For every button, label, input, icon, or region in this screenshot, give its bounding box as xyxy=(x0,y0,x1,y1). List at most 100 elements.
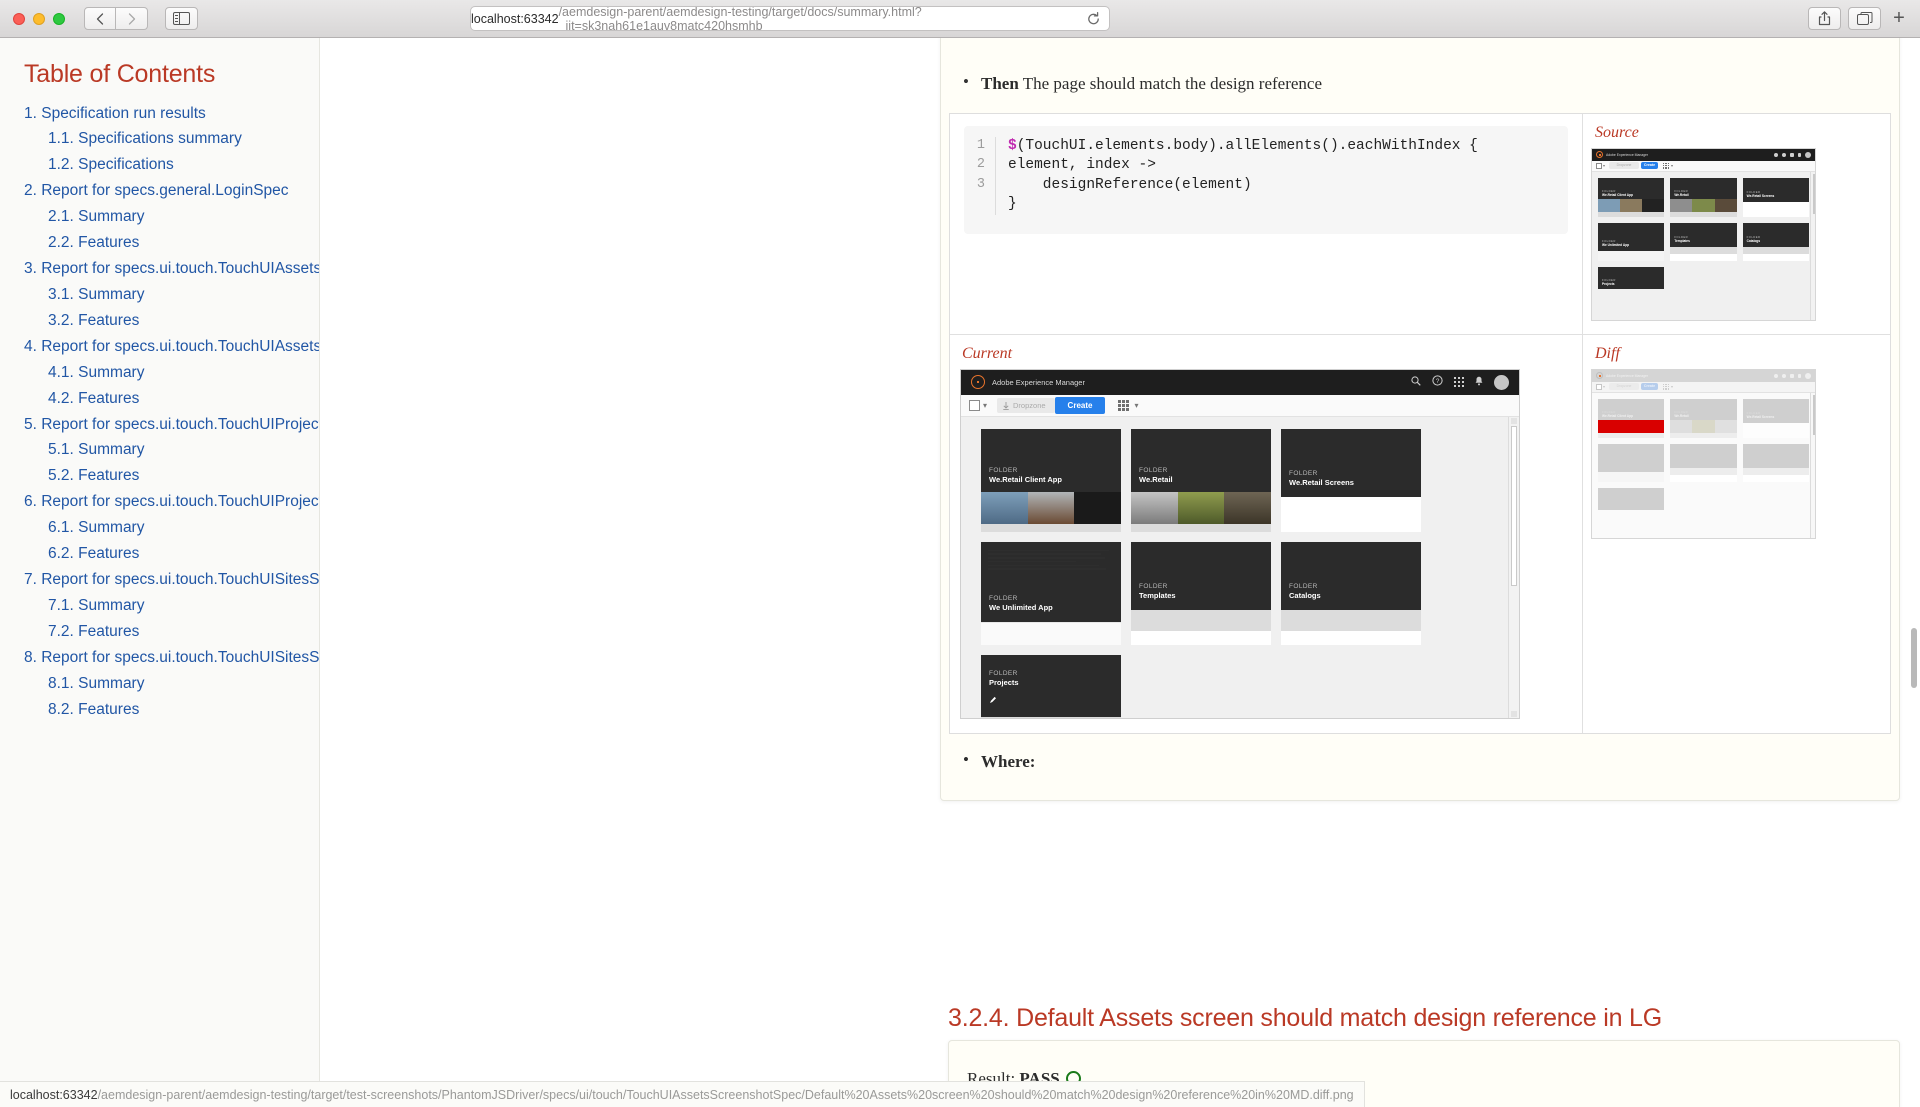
toc-link-2-1[interactable]: 2.1. Summary xyxy=(24,205,319,231)
minimize-window-button[interactable] xyxy=(33,12,45,25)
folder-card[interactable]: FOLDER Projects xyxy=(1598,266,1665,289)
folder-card[interactable]: FOLDER We.Retail Screens xyxy=(1742,398,1809,438)
folder-card[interactable]: FOLDER We.Retail xyxy=(1670,177,1737,217)
avatar[interactable] xyxy=(1805,151,1811,158)
close-window-button[interactable] xyxy=(13,12,25,25)
toc-link-5-1[interactable]: 5.1. Summary xyxy=(24,438,319,464)
folder-name: We.Retail xyxy=(1139,474,1173,484)
folder-card[interactable]: FOLDER We Unlimited App xyxy=(1598,222,1665,261)
tab-overview-icon[interactable] xyxy=(1848,7,1881,30)
list-item: 6.2. Features xyxy=(24,542,319,568)
source-screenshot[interactable]: Adobe Experience Manager ▾ Dropzone Crea… xyxy=(1591,147,1816,321)
url-host: localhost:63342 xyxy=(471,11,559,26)
folder-card[interactable]: FOLDER We.Retail Screens xyxy=(1281,428,1421,532)
folder-card[interactable]: FOLDER We.Retail Client App xyxy=(1598,398,1665,438)
scrollbar[interactable] xyxy=(1508,416,1519,718)
avatar[interactable] xyxy=(1805,372,1811,379)
search-icon[interactable] xyxy=(1411,373,1421,391)
toc-link-3-2[interactable]: 3.2. Features xyxy=(24,308,319,334)
folder-card[interactable]: FOLDER Templates xyxy=(1670,222,1737,261)
new-tab-icon[interactable]: + xyxy=(1888,7,1910,30)
toc-link-2-2[interactable]: 2.2. Features xyxy=(24,231,319,257)
back-button[interactable] xyxy=(84,7,116,30)
folder-card[interactable]: FOLDER We.Retail xyxy=(1131,428,1271,532)
folder-card[interactable] xyxy=(1598,443,1665,482)
toc-link-1-2[interactable]: 1.2. Specifications xyxy=(24,153,319,179)
folder-card[interactable]: FOLDER We.Retail Client App xyxy=(1598,177,1665,217)
search-icon[interactable] xyxy=(1774,152,1778,157)
scrollbar[interactable] xyxy=(1810,392,1815,538)
folder-card[interactable] xyxy=(1742,443,1809,482)
toc-link-6-1[interactable]: 6.1. Summary xyxy=(24,516,319,542)
toc-link-7[interactable]: 7. Report for specs.ui.touch.TouchUISite… xyxy=(24,568,319,594)
toc-link-4[interactable]: 4. Report for specs.ui.touch.TouchUIAsse… xyxy=(24,334,319,360)
sidebar-toggle-icon[interactable] xyxy=(165,7,198,30)
help-icon[interactable]: ? xyxy=(1432,373,1443,391)
folder-card[interactable]: FOLDER We.Retail Client App xyxy=(981,428,1121,532)
rail-toggle-icon[interactable] xyxy=(1596,162,1602,169)
toc-link-8-1[interactable]: 8.1. Summary xyxy=(24,671,319,697)
folder-card[interactable]: FOLDER We.Retail xyxy=(1670,398,1737,438)
folder-card[interactable] xyxy=(1670,443,1737,482)
notifications-bell-icon[interactable] xyxy=(1475,373,1483,391)
folder-card[interactable]: FOLDER We.Retail Screens xyxy=(1742,177,1809,217)
scrollbar-thumb[interactable] xyxy=(1911,628,1917,688)
view-grid-icon[interactable] xyxy=(1118,399,1130,411)
asset-card-grid: FOLDER We.Retail Client App FOLDER We.Re… xyxy=(961,417,1519,718)
toc-link-6[interactable]: 6. Report for specs.ui.touch.TouchUIProj… xyxy=(24,490,319,516)
help-icon[interactable] xyxy=(1782,152,1786,157)
folder-card[interactable]: FOLDER Catalogs xyxy=(1281,541,1421,645)
toc-link-7-1[interactable]: 7.1. Summary xyxy=(24,594,319,620)
folder-card[interactable] xyxy=(1598,487,1665,510)
toc-link-5-2[interactable]: 5.2. Features xyxy=(24,464,319,490)
rail-toggle-icon[interactable] xyxy=(1596,383,1602,390)
forward-button[interactable] xyxy=(116,7,148,30)
share-icon[interactable] xyxy=(1808,7,1841,30)
folder-card[interactable]: FOLDER Templates xyxy=(1131,541,1271,645)
solutions-grid-icon[interactable] xyxy=(1790,152,1794,157)
solutions-grid-icon[interactable] xyxy=(1790,373,1794,378)
folder-name: Catalogs xyxy=(1746,238,1761,243)
avatar[interactable] xyxy=(1494,374,1509,390)
create-button[interactable]: Create xyxy=(1641,162,1659,169)
list-item: 6. Report for specs.ui.touch.TouchUIProj… xyxy=(24,490,319,516)
dropzone-button[interactable]: Dropzone xyxy=(997,397,1055,413)
create-button[interactable]: Create xyxy=(1054,396,1106,414)
toc-list: 1. Specification run results 1.1. Specif… xyxy=(24,101,319,723)
rail-toggle-icon[interactable] xyxy=(969,399,980,411)
view-grid-icon[interactable] xyxy=(1663,162,1670,169)
reload-icon[interactable] xyxy=(1086,11,1101,26)
scrollbar[interactable] xyxy=(1810,171,1815,320)
toc-link-6-2[interactable]: 6.2. Features xyxy=(24,542,319,568)
page-scrollbar[interactable] xyxy=(1908,38,1920,1107)
diff-highlight xyxy=(1598,419,1665,433)
toc-link-4-2[interactable]: 4.2. Features xyxy=(24,386,319,412)
toc-link-8-2[interactable]: 8.2. Features xyxy=(24,697,319,723)
help-icon[interactable] xyxy=(1782,373,1786,378)
dropzone-button[interactable]: Dropzone xyxy=(1609,162,1640,169)
toc-link-4-1[interactable]: 4.1. Summary xyxy=(24,360,319,386)
create-button[interactable]: Create xyxy=(1641,383,1659,390)
diff-screenshot[interactable]: Adobe Experience Manager ▾ Dropzone Crea… xyxy=(1591,368,1816,539)
zoom-window-button[interactable] xyxy=(53,12,65,25)
search-icon[interactable] xyxy=(1774,373,1778,378)
toc-link-1-1[interactable]: 1.1. Specifications summary xyxy=(24,127,319,153)
folder-card[interactable]: FOLDER We Unlimited App xyxy=(981,541,1121,645)
folder-card[interactable]: FOLDER Catalogs xyxy=(1742,222,1809,261)
notifications-bell-icon[interactable] xyxy=(1798,373,1801,378)
toc-link-1[interactable]: 1. Specification run results xyxy=(24,101,319,127)
dropzone-button[interactable]: Dropzone xyxy=(1609,383,1640,390)
notifications-bell-icon[interactable] xyxy=(1798,152,1801,157)
toc-link-3[interactable]: 3. Report for specs.ui.touch.TouchUIAsse… xyxy=(24,257,319,283)
view-grid-icon[interactable] xyxy=(1663,383,1670,390)
solutions-grid-icon[interactable] xyxy=(1454,377,1464,387)
toc-link-2[interactable]: 2. Report for specs.general.LoginSpec xyxy=(24,179,319,205)
toc-link-5[interactable]: 5. Report for specs.ui.touch.TouchUIProj… xyxy=(24,412,319,438)
folder-card[interactable]: FOLDER Projects xyxy=(981,654,1121,718)
address-bar[interactable]: localhost:63342/aemdesign-parent/aemdesi… xyxy=(470,6,1110,31)
toc-link-8[interactable]: 8. Report for specs.ui.touch.TouchUISite… xyxy=(24,645,319,671)
current-screenshot[interactable]: Adobe Experience Manager ? ▾ Dropzone Cr… xyxy=(960,368,1520,719)
list-item: 5.1. Summary xyxy=(24,438,319,464)
toc-link-7-2[interactable]: 7.2. Features xyxy=(24,619,319,645)
toc-link-3-1[interactable]: 3.1. Summary xyxy=(24,282,319,308)
